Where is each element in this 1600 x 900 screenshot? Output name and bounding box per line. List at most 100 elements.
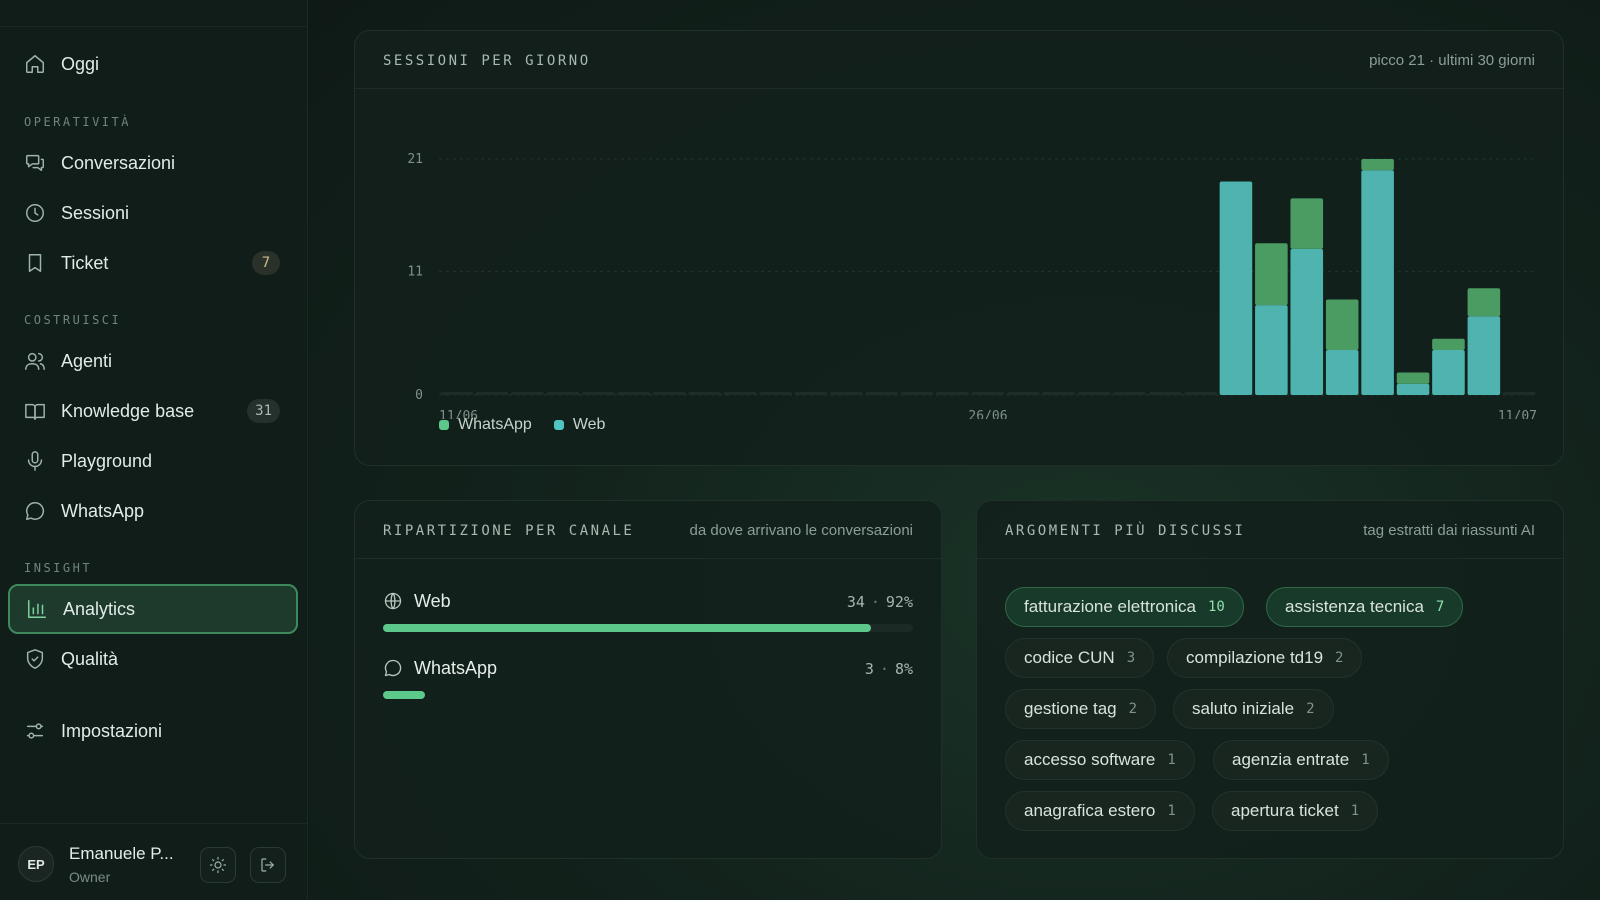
- card-subtitle: da dove arrivano le conversazioni: [689, 522, 913, 539]
- topic-tag[interactable]: anagrafica estero 1: [1005, 791, 1195, 831]
- topic-tag[interactable]: accesso software 1: [1005, 740, 1195, 780]
- empty-day-bar: [511, 392, 544, 395]
- sidebar-item-knowledge-base[interactable]: Knowledge base 31: [8, 386, 298, 436]
- topic-tag[interactable]: apertura ticket 1: [1212, 791, 1379, 831]
- empty-day-bar: [971, 392, 1005, 395]
- channel-value: 3 · 8%: [865, 660, 913, 678]
- user-role: Owner: [69, 869, 111, 885]
- empty-day-bar: [475, 392, 509, 395]
- logout-button[interactable]: [250, 847, 286, 883]
- card-header: SESSIONI PER GIORNO picco 21 · ultimi 30…: [355, 31, 1563, 89]
- topic-tag[interactable]: assistenza tecnica 7: [1266, 587, 1464, 627]
- tag-count: 1: [1361, 752, 1370, 768]
- sidebar-item-label: Agenti: [61, 350, 113, 371]
- chat-bubbles-icon: [24, 152, 46, 174]
- card-subtitle: picco 21 · ultimi 30 giorni: [1369, 52, 1535, 69]
- sidebar-item-impostazioni[interactable]: Impostazioni: [8, 706, 298, 756]
- empty-day-bar: [900, 392, 934, 395]
- empty-day-bar: [617, 392, 651, 395]
- sidebar-item-ticket[interactable]: Ticket 7: [8, 238, 298, 288]
- section-label-insight: INSIGHT: [24, 561, 93, 575]
- empty-day-bar: [1042, 392, 1076, 395]
- sessions-per-day-card: SESSIONI PER GIORNO picco 21 · ultimi 30…: [354, 30, 1564, 466]
- sidebar-item-whatsapp[interactable]: WhatsApp: [8, 486, 298, 536]
- card-header: RIPARTIZIONE PER CANALE da dove arrivano…: [355, 501, 941, 559]
- card-header: ARGOMENTI PIÙ DISCUSSI tag estratti dai …: [977, 501, 1563, 559]
- sliders-icon: [24, 720, 46, 742]
- bar-whatsapp: [1325, 299, 1359, 351]
- sidebar-item-playground[interactable]: Playground: [8, 436, 298, 486]
- empty-day-bar: [582, 392, 615, 395]
- sidebar-item-qualita[interactable]: Qualità: [8, 634, 298, 684]
- sidebar: Oggi OPERATIVITÀ Conversazioni Sessioni …: [0, 0, 308, 900]
- sidebar-item-agenti[interactable]: Agenti: [8, 336, 298, 386]
- avatar[interactable]: EP: [18, 846, 54, 882]
- sidebar-item-label: Oggi: [61, 53, 100, 74]
- channel-progress-track: [383, 624, 913, 632]
- sidebar-item-analytics[interactable]: Analytics: [8, 584, 298, 634]
- empty-day-bar: [688, 392, 721, 395]
- tag-count: 1: [1350, 803, 1360, 819]
- topic-tag[interactable]: gestione tag 2: [1005, 689, 1157, 729]
- channel-row-web: Web 34 · 92%: [383, 591, 913, 651]
- globe-icon: [383, 591, 403, 611]
- tag-count: 10: [1208, 599, 1225, 615]
- sun-icon: [209, 856, 227, 874]
- sidebar-item-label: Conversazioni: [61, 152, 176, 173]
- tag-name: saluto iniziale: [1192, 699, 1295, 718]
- sidebar-item-sessioni[interactable]: Sessioni: [8, 188, 298, 238]
- tag-name: gestione tag: [1024, 699, 1117, 718]
- y-tick-label: 21: [407, 152, 423, 167]
- bar-web: [1467, 316, 1501, 395]
- user-name: Emanuele P...: [69, 844, 174, 863]
- sidebar-item-oggi[interactable]: Oggi: [8, 39, 298, 89]
- bar-whatsapp: [1255, 243, 1288, 306]
- section-label-costruisci: COSTRUISCI: [24, 313, 122, 327]
- legend-label-web: Web: [572, 416, 606, 433]
- bar-web: [1396, 383, 1430, 395]
- empty-day-bar: [546, 392, 580, 395]
- tag-name: compilazione td19: [1186, 648, 1324, 667]
- channel-breakdown-card: RIPARTIZIONE PER CANALE da dove arrivano…: [354, 500, 942, 859]
- bar-web: [1290, 248, 1324, 395]
- card-subtitle: tag estratti dai riassunti AI: [1363, 522, 1535, 539]
- topic-tag[interactable]: fatturazione elettronica 10: [1005, 587, 1244, 627]
- bar-web: [1255, 305, 1288, 395]
- empty-day-bar: [1113, 392, 1146, 395]
- empty-day-bar: [723, 392, 757, 395]
- topic-tag[interactable]: codice CUN 3: [1005, 638, 1155, 678]
- card-title: RIPARTIZIONE PER CANALE: [383, 523, 635, 539]
- y-tick-label: 0: [415, 388, 423, 403]
- topic-tag[interactable]: saluto iniziale 2: [1173, 689, 1334, 729]
- tag-count: 2: [1128, 701, 1138, 717]
- sidebar-item-conversazioni[interactable]: Conversazioni: [8, 138, 298, 188]
- empty-day-bar: [1077, 392, 1111, 395]
- topic-tag[interactable]: compilazione td19 2: [1167, 638, 1363, 678]
- legend-swatch-web: [553, 420, 564, 430]
- channel-value: 34 · 92%: [847, 593, 913, 611]
- theme-toggle-button[interactable]: [200, 847, 236, 883]
- sidebar-item-label: Sessioni: [61, 202, 130, 223]
- channel-progress-fill: [383, 691, 426, 699]
- sidebar-item-label: WhatsApp: [61, 500, 145, 521]
- bar-whatsapp: [1467, 288, 1501, 317]
- sidebar-item-label: Qualità: [61, 648, 119, 669]
- x-tick-label: 26/06: [968, 409, 1007, 419]
- empty-day-bar: [1007, 392, 1040, 395]
- microphone-icon: [24, 450, 46, 472]
- topic-tag[interactable]: agenzia entrate 1: [1213, 740, 1389, 780]
- y-tick-label: 11: [407, 264, 423, 279]
- legend-swatch-whatsapp: [439, 420, 449, 430]
- sidebar-item-label: Ticket: [61, 252, 109, 273]
- tag-name: agenzia entrate: [1232, 750, 1350, 769]
- channel-row-whatsapp: WhatsApp 3 · 8%: [383, 658, 913, 718]
- users-icon: [24, 350, 46, 372]
- card-title: SESSIONI PER GIORNO: [383, 53, 591, 69]
- sessions-bar-chart: 2111011/06 26/06 11/07: [407, 152, 1537, 419]
- sidebar-item-label: Knowledge base: [61, 400, 195, 421]
- knowledge-count-badge: 31: [247, 399, 280, 423]
- speech-bubble-icon: [383, 658, 403, 678]
- value-separator: ·: [879, 660, 889, 678]
- channel-progress-fill: [383, 624, 871, 632]
- value-separator: ·: [870, 593, 880, 611]
